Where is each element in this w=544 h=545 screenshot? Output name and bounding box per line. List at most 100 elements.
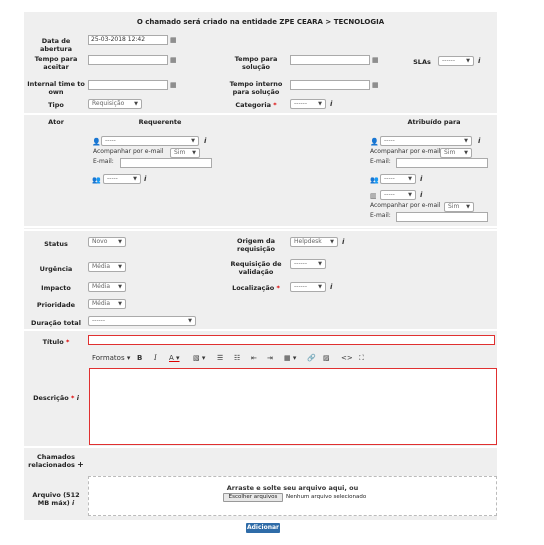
indent-icon[interactable]: ⇥ [267,354,273,363]
origem-select[interactable]: Helpdesk ▼ [290,237,338,247]
calendar-icon[interactable]: ▦ [170,81,177,89]
localizacao-select[interactable]: ------ ▼ [290,282,326,292]
localizacao-label-text: Localização [232,284,275,292]
info-icon[interactable]: i [144,175,146,183]
text-color-icon[interactable]: A ▾ [169,354,180,363]
atribuido-group-select[interactable]: ----- ▼ [380,174,416,184]
req-validacao-select[interactable]: ------ ▼ [290,259,326,269]
link-icon[interactable]: 🔗 [307,354,316,363]
requerente-group-select[interactable]: ----- ▼ [103,174,141,184]
user-icon: 👤 [92,138,101,146]
data-abertura-label: Data de abertura [40,37,72,53]
info-icon[interactable]: i [204,137,206,145]
bullet-list-icon[interactable]: ☰ [217,354,223,363]
no-file-text: Nenhum arquivo selecionado [286,494,367,500]
urgencia-select[interactable]: Média ▼ [88,262,126,272]
chamados-label: Chamados relacionados + [26,453,86,469]
titulo-label: Título * [26,338,86,346]
categoria-select[interactable]: ------ ▼ [290,99,326,109]
tempo-interno-label: Tempo interno para solução [229,80,283,96]
requerente-follow-value: Sim [174,149,186,156]
calendar-icon[interactable]: ▦ [372,81,379,89]
outdent-icon[interactable]: ⇤ [251,354,257,363]
info-icon[interactable]: i [420,191,422,199]
atribuido-supplier-select[interactable]: ----- ▼ [380,190,416,200]
chevron-down-icon: ▼ [318,284,322,290]
info-icon[interactable]: i [342,238,344,246]
info-icon[interactable]: i [420,175,422,183]
atribuido-user-value: ----- [384,137,395,144]
atribuido-supplier-value: ----- [384,191,395,198]
fullscreen-icon[interactable]: ⛶ [359,354,364,363]
italic-icon[interactable]: I [154,354,157,363]
descricao-editor[interactable] [89,368,497,445]
urgencia-label: Urgência [39,265,73,273]
add-icon[interactable]: + [77,460,84,469]
required-marker: * [71,394,75,402]
supplier-icon: ▥ [370,192,377,200]
prioridade-select[interactable]: Média ▼ [88,299,126,309]
requerente-user-select[interactable]: ----- ▼ [101,136,199,146]
formatos-label: Formatos [92,354,125,362]
calendar-icon[interactable]: ▦ [170,56,177,64]
info-icon[interactable]: i [77,394,79,402]
divider [24,446,497,448]
chevron-down-icon: ▼ [118,284,122,290]
chevron-down-icon: ▼ [118,301,122,307]
titulo-input[interactable] [88,335,495,345]
requerente-email-input[interactable] [120,158,212,168]
entity-header: O chamado será criado na entidade ZPE CE… [136,18,385,26]
atribuido-email2-input[interactable] [396,212,488,222]
formatos-menu[interactable]: Formatos ▾ [92,354,130,363]
code-icon[interactable]: <> [341,354,353,363]
prioridade-label: Prioridade [36,301,76,309]
impacto-value: Média [92,283,111,290]
categoria-label: ------Categoria * [224,101,288,109]
requerente-follow-select[interactable]: Sim ▼ [170,148,200,158]
data-abertura-input[interactable]: 25-03-2018 12:42 [88,35,168,45]
tempo-interno-input[interactable] [290,80,370,90]
chevron-down-icon: ▼ [466,204,470,210]
info-icon[interactable]: i [478,57,480,65]
info-icon[interactable]: i [330,100,332,108]
atribuido-email-input[interactable] [396,158,488,168]
tipo-select[interactable]: Requisição ▼ [88,99,142,109]
arquivo-label: Arquivo (512 MB máx) i [26,491,86,507]
add-button[interactable]: Adicionar [246,523,280,533]
status-select[interactable]: Novo ▼ [88,237,126,247]
atribuido-label: Atribuído para [407,118,461,126]
info-icon[interactable]: i [72,499,74,507]
calendar-icon[interactable]: ▦ [372,56,379,64]
tempo-solucao-input[interactable] [290,55,370,65]
duracao-label: Duração total [31,319,81,327]
status-label: Status [44,240,68,248]
tempo-aceitar-input[interactable] [88,55,168,65]
background-color-icon[interactable]: ▧ ▾ [193,354,205,363]
requerente-follow-label: Acompanhar por e-mail [93,148,164,155]
info-icon[interactable]: i [330,283,332,291]
info-icon[interactable]: i [478,137,480,145]
ticket-form: O chamado será criado na entidade ZPE CE… [24,12,497,520]
bold-icon[interactable]: B [137,354,142,363]
impacto-select[interactable]: Média ▼ [88,282,126,292]
editor-toolbar: Formatos ▾ B I A ▾ ▧ ▾ ☰ ☷ ⇤ ⇥ ▦ ▾ 🔗 ▨ <… [89,351,497,367]
internal-time-input[interactable] [88,80,168,90]
drop-text: Arraste e solte seu arquivo aqui, ou [226,484,359,492]
status-value: Novo [92,238,108,245]
atribuido-user-select[interactable]: ----- ▼ [380,136,472,146]
calendar-icon[interactable]: ▦ [170,36,177,44]
duracao-select[interactable]: ------ ▼ [88,316,196,326]
atribuido-follow2-label: Acompanhar por e-mail [370,202,441,209]
slas-select[interactable]: ------ ▼ [438,56,474,66]
file-dropzone[interactable]: Arraste e solte seu arquivo aqui, ou Esc… [88,476,497,516]
slas-label: SLAs [413,58,431,66]
tipo-label: Tipo [48,101,64,109]
atribuido-follow-select[interactable]: Sim ▼ [440,148,472,158]
atribuido-follow2-select[interactable]: Sim ▼ [444,202,474,212]
image-icon[interactable]: ▨ [323,354,330,363]
choose-file-button[interactable]: Escolher arquivos [223,493,283,502]
table-icon[interactable]: ▦ ▾ [284,354,296,363]
chevron-down-icon: ▼ [466,58,470,64]
descricao-label-text: Descrição [33,394,69,402]
numbered-list-icon[interactable]: ☷ [234,354,240,363]
